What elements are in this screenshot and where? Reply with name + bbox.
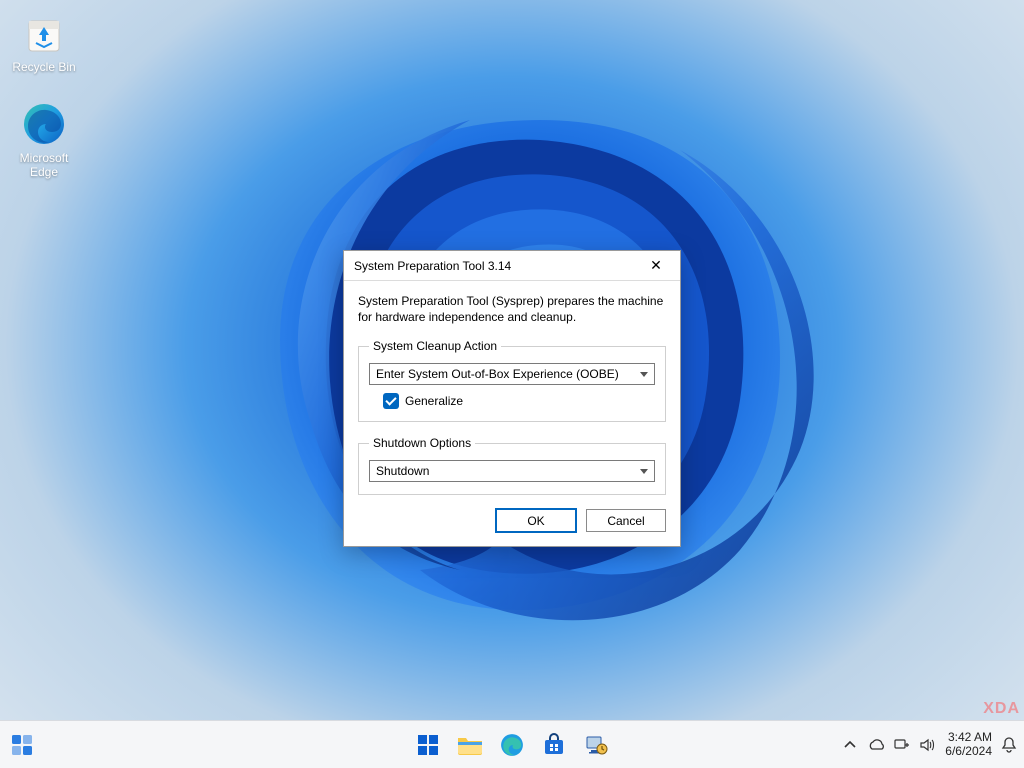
shutdown-options-select[interactable]: Shutdown [369, 460, 655, 482]
close-icon: ✕ [650, 257, 662, 274]
tray-date: 6/6/2024 [945, 745, 992, 759]
cleanup-action-value: Enter System Out-of-Box Experience (OOBE… [376, 367, 619, 381]
tray-overflow[interactable] [841, 736, 859, 754]
desktop-icon-microsoft-edge[interactable]: Microsoft Edge [6, 100, 82, 180]
edge-icon [500, 733, 524, 757]
shutdown-options-legend: Shutdown Options [369, 436, 475, 450]
tray-onedrive[interactable] [867, 736, 885, 754]
dialog-titlebar[interactable]: System Preparation Tool 3.14 ✕ [344, 251, 680, 281]
windows-icon [416, 733, 440, 757]
chevron-up-icon [844, 739, 856, 751]
dialog-title: System Preparation Tool 3.14 [354, 259, 640, 273]
network-icon [894, 737, 910, 753]
shutdown-options-value: Shutdown [376, 464, 429, 478]
edge-icon [20, 100, 68, 148]
close-button[interactable]: ✕ [640, 254, 672, 278]
tray-notifications[interactable] [1000, 736, 1018, 754]
cloud-icon [867, 738, 885, 752]
taskbar-edge[interactable] [494, 727, 530, 763]
desktop-icon-label: Microsoft Edge [6, 152, 82, 180]
desktop-icon-label: Recycle Bin [6, 60, 82, 74]
system-tray: 3:42 AM 6/6/2024 [841, 731, 1018, 759]
taskbar-sysprep[interactable] [578, 727, 614, 763]
generalize-label: Generalize [405, 394, 463, 408]
tray-volume[interactable] [919, 736, 937, 754]
sysprep-dialog: System Preparation Tool 3.14 ✕ System Pr… [343, 250, 681, 547]
cleanup-action-legend: System Cleanup Action [369, 339, 501, 353]
dialog-description: System Preparation Tool (Sysprep) prepar… [358, 293, 666, 325]
cleanup-action-group: System Cleanup Action Enter System Out-o… [358, 339, 666, 422]
store-icon [542, 733, 566, 757]
desktop-icon-recycle-bin[interactable]: Recycle Bin [6, 8, 82, 74]
tray-network[interactable] [893, 736, 911, 754]
tray-clock[interactable]: 3:42 AM 6/6/2024 [945, 731, 992, 759]
recycle-bin-icon [20, 8, 68, 56]
widgets-icon [11, 734, 33, 756]
start-button[interactable] [410, 727, 446, 763]
cleanup-action-select[interactable]: Enter System Out-of-Box Experience (OOBE… [369, 363, 655, 385]
ok-button[interactable]: OK [496, 509, 576, 532]
taskbar-file-explorer[interactable] [452, 727, 488, 763]
watermark: XDA [983, 700, 1020, 718]
cancel-button[interactable]: Cancel [586, 509, 666, 532]
tray-time: 3:42 AM [945, 731, 992, 745]
sysprep-icon [584, 733, 608, 757]
taskbar: 3:42 AM 6/6/2024 [0, 720, 1024, 768]
file-explorer-icon [457, 734, 483, 756]
generalize-checkbox[interactable] [383, 393, 399, 409]
widgets-button[interactable] [2, 725, 42, 765]
taskbar-store[interactable] [536, 727, 572, 763]
shutdown-options-group: Shutdown Options Shutdown [358, 436, 666, 495]
speaker-icon [920, 738, 936, 752]
bell-icon [1001, 736, 1017, 754]
